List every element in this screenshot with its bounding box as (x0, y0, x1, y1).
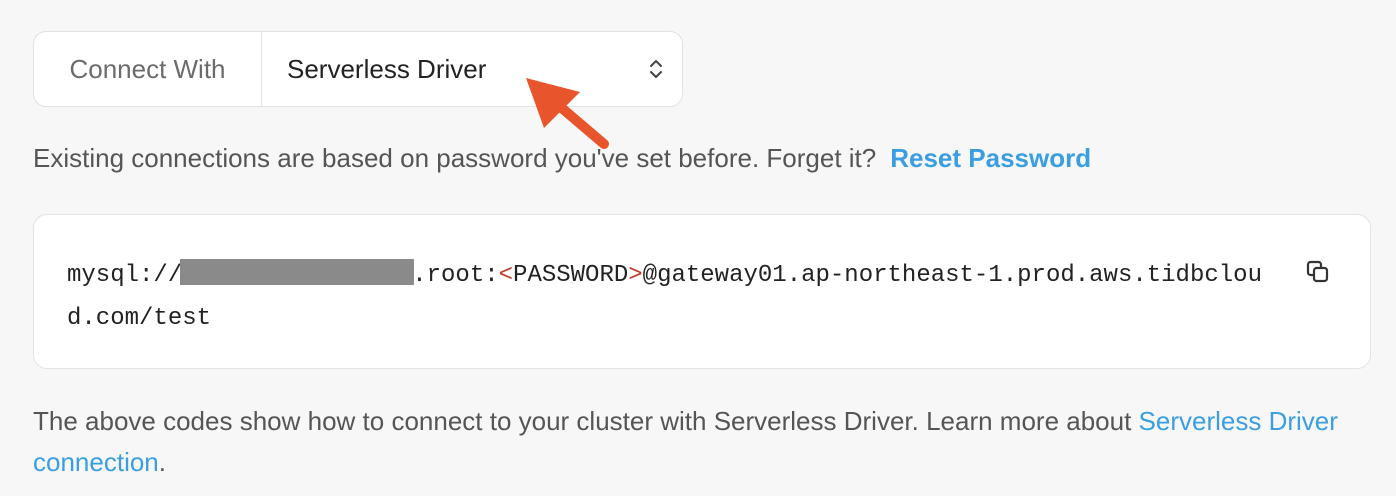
connection-prefix: mysql:// (67, 262, 183, 289)
redacted-username (180, 259, 415, 285)
copy-icon[interactable] (1303, 257, 1333, 287)
chevron-up-down-icon (648, 56, 664, 82)
password-notice: Existing connections are based on passwo… (33, 143, 1091, 174)
reset-password-link[interactable]: Reset Password (890, 143, 1091, 173)
password-close-bracket: > (628, 262, 643, 289)
password-placeholder: PASSWORD (513, 262, 629, 289)
connection-string-box: mysql://.root:<PASSWORD>@gateway01.ap-no… (33, 214, 1371, 369)
connection-string: mysql://.root:<PASSWORD>@gateway01.ap-no… (67, 254, 1277, 340)
connect-with-selector: Connect With Serverless Driver (33, 31, 683, 107)
connection-user-suffix: .root: (412, 262, 499, 289)
connection-method-select[interactable]: Serverless Driver (262, 32, 682, 106)
password-notice-text: Existing connections are based on passwo… (33, 143, 877, 173)
help-note-text: The above codes show how to connect to y… (33, 406, 1139, 436)
help-note: The above codes show how to connect to y… (33, 401, 1353, 483)
help-note-suffix: . (158, 447, 166, 477)
password-open-bracket: < (498, 262, 514, 289)
connect-with-label: Connect With (34, 32, 262, 106)
connection-method-value: Serverless Driver (287, 53, 487, 84)
